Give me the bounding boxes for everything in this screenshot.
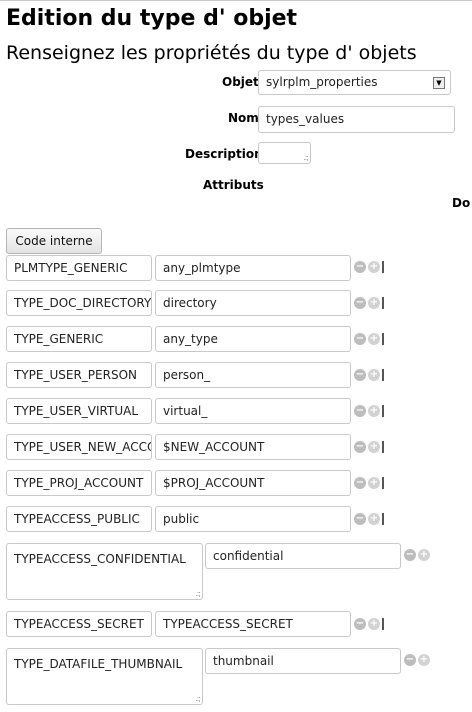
page-subtitle: Renseignez les propriétés du type d' obj…: [6, 42, 417, 64]
description-textarea[interactable]: .:;: [258, 142, 311, 164]
attribute-value-input[interactable]: confidential: [205, 543, 401, 569]
attribute-value-input[interactable]: person_: [155, 362, 351, 388]
plus-circle-icon[interactable]: +: [368, 405, 380, 417]
page-title: Edition du type d' objet: [6, 6, 298, 31]
attribute-value-input[interactable]: any_type: [155, 326, 351, 352]
separator-bar: [382, 477, 384, 489]
attribute-key-input[interactable]: TYPE_USER_VIRTUAL: [6, 398, 152, 424]
separator-bar: [382, 297, 384, 309]
objet-label: Objet: [222, 75, 259, 89]
attribute-value-input[interactable]: any_plmtype: [155, 255, 351, 281]
minus-circle-icon[interactable]: −: [354, 261, 366, 273]
attribute-value-input[interactable]: directory: [155, 290, 351, 316]
separator-bar: [382, 333, 384, 345]
attribute-key-input[interactable]: TYPE_GENERIC: [6, 326, 152, 352]
plus-circle-icon[interactable]: +: [368, 261, 380, 273]
plus-circle-icon[interactable]: +: [368, 441, 380, 453]
minus-circle-icon[interactable]: −: [404, 549, 416, 561]
minus-circle-icon[interactable]: −: [354, 513, 366, 525]
minus-circle-icon[interactable]: −: [354, 618, 366, 630]
attribute-value-input[interactable]: public: [155, 506, 351, 532]
minus-circle-icon[interactable]: −: [354, 333, 366, 345]
separator-bar: [382, 261, 384, 273]
attribute-key-textarea[interactable]: TYPE_DATAFILE_THUMBNAIL .:;: [6, 648, 203, 705]
resize-grip-icon[interactable]: .:;: [195, 695, 201, 703]
attribute-key-input[interactable]: TYPE_PROJ_ACCOUNT: [6, 470, 152, 496]
plus-circle-icon[interactable]: +: [368, 477, 380, 489]
attribute-value-input[interactable]: $PROJ_ACCOUNT: [155, 470, 351, 496]
attribute-value-input[interactable]: thumbnail: [205, 648, 401, 674]
separator-bar: [382, 618, 384, 630]
separator-bar: [382, 369, 384, 381]
chevron-down-icon[interactable]: ▼: [433, 77, 445, 89]
attribute-value-input[interactable]: $NEW_ACCOUNT: [155, 434, 351, 460]
attribute-key-text: TYPE_DATAFILE_THUMBNAIL: [14, 657, 183, 671]
column-header-cut: Do: [452, 196, 471, 210]
attribute-key-input[interactable]: TYPEACCESS_SECRET: [6, 611, 152, 637]
minus-circle-icon[interactable]: −: [404, 654, 416, 666]
separator-bar: [382, 405, 384, 417]
nom-label: Nom: [228, 111, 259, 125]
resize-grip-icon[interactable]: .:;: [303, 154, 309, 162]
attributs-label: Attributs: [203, 178, 264, 192]
plus-circle-icon[interactable]: +: [368, 513, 380, 525]
objet-select[interactable]: sylrplm_properties ▼: [258, 70, 451, 95]
attribute-value-input[interactable]: virtual_: [155, 398, 351, 424]
plus-circle-icon[interactable]: +: [418, 549, 430, 561]
description-label: Description: [185, 147, 263, 161]
attribute-key-input[interactable]: TYPE_USER_PERSON: [6, 362, 152, 388]
minus-circle-icon[interactable]: −: [354, 405, 366, 417]
attribute-key-textarea[interactable]: TYPEACCESS_CONFIDENTIAL .:;: [6, 543, 203, 600]
objet-select-value: sylrplm_properties: [266, 75, 378, 89]
plus-circle-icon[interactable]: +: [368, 297, 380, 309]
minus-circle-icon[interactable]: −: [354, 297, 366, 309]
separator-bar: [382, 441, 384, 453]
plus-circle-icon[interactable]: +: [418, 654, 430, 666]
minus-circle-icon[interactable]: −: [354, 441, 366, 453]
resize-grip-icon[interactable]: .:;: [195, 590, 201, 598]
minus-circle-icon[interactable]: −: [354, 369, 366, 381]
separator-bar: [382, 513, 384, 525]
minus-circle-icon[interactable]: −: [354, 477, 366, 489]
nom-input[interactable]: types_values: [258, 106, 455, 133]
plus-circle-icon[interactable]: +: [368, 333, 380, 345]
attribute-key-input[interactable]: TYPE_USER_NEW_ACCOUNT: [6, 434, 152, 460]
plus-circle-icon[interactable]: +: [368, 369, 380, 381]
attribute-value-input[interactable]: TYPEACCESS_SECRET: [155, 611, 351, 637]
attribute-key-input[interactable]: TYPEACCESS_PUBLIC: [6, 506, 152, 532]
attribute-key-input[interactable]: PLMTYPE_GENERIC: [6, 255, 152, 281]
code-interne-button[interactable]: Code interne: [6, 228, 102, 254]
plus-circle-icon[interactable]: +: [368, 618, 380, 630]
attribute-key-text: TYPEACCESS_CONFIDENTIAL: [14, 552, 186, 566]
attribute-key-input[interactable]: TYPE_DOC_DIRECTORY: [6, 290, 152, 316]
